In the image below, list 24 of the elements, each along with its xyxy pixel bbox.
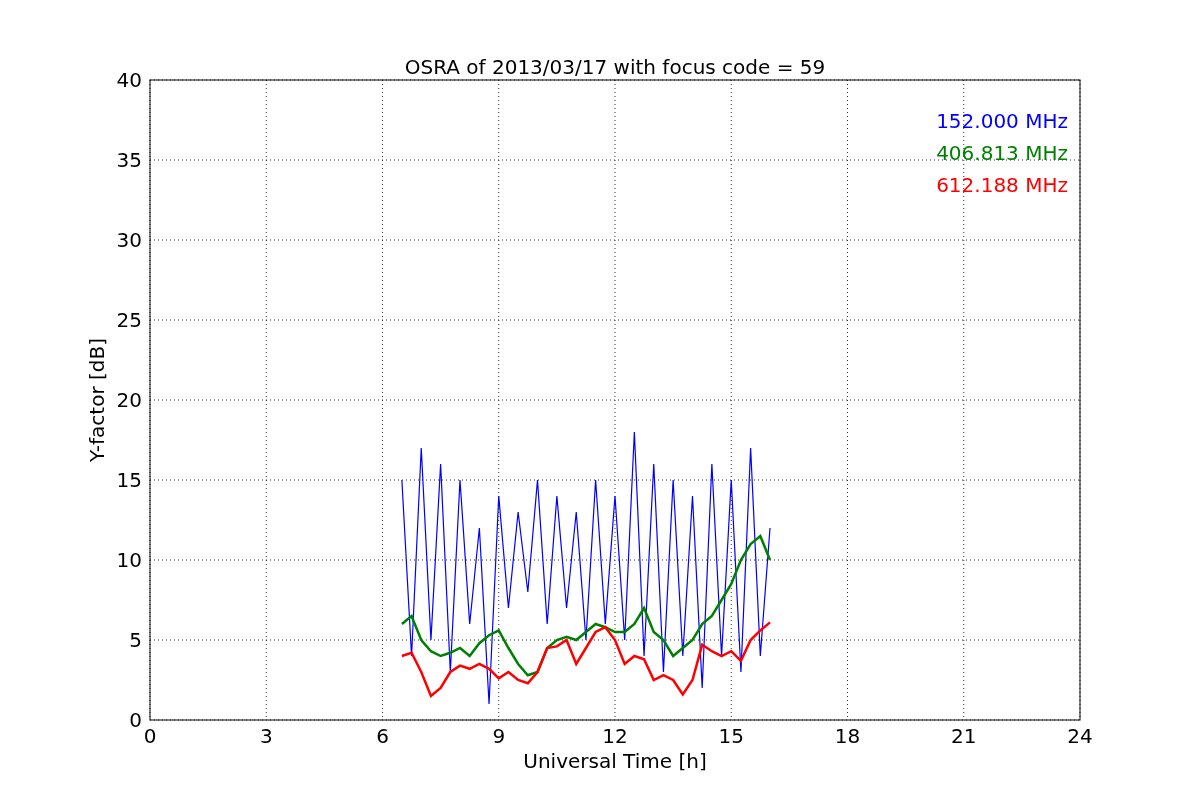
y-axis-label: Y-factor [dB] (85, 338, 109, 462)
y-tick-label: 35 (116, 148, 142, 172)
x-tick-label: 21 (951, 724, 977, 748)
x-tick-label: 15 (718, 724, 744, 748)
legend-label: 406.813 MHz (936, 141, 1068, 165)
y-tick-label: 15 (116, 468, 142, 492)
y-tick-label: 25 (116, 308, 142, 332)
x-tick-label: 24 (1067, 724, 1093, 748)
y-tick-label: 5 (129, 628, 142, 652)
y-tick-label: 30 (116, 228, 142, 252)
legend-label: 152.000 MHz (936, 109, 1068, 133)
y-tick-label: 10 (116, 548, 142, 572)
x-tick-label: 6 (376, 724, 389, 748)
chart-title: OSRA of 2013/03/17 with focus code = 59 (404, 55, 826, 79)
x-tick-label: 3 (259, 724, 273, 748)
x-tick-label: 18 (834, 724, 861, 748)
legend-label: 612.188 MHz (936, 173, 1068, 197)
y-tick-label: 40 (116, 68, 142, 92)
x-axis-label: Universal Time [h] (523, 749, 707, 773)
y-tick-label: 20 (116, 388, 142, 412)
y-tick-label: 0 (129, 708, 142, 732)
x-tick-label: 0 (143, 724, 157, 748)
x-tick-label: 9 (492, 724, 506, 748)
x-tick-label: 12 (602, 724, 628, 748)
